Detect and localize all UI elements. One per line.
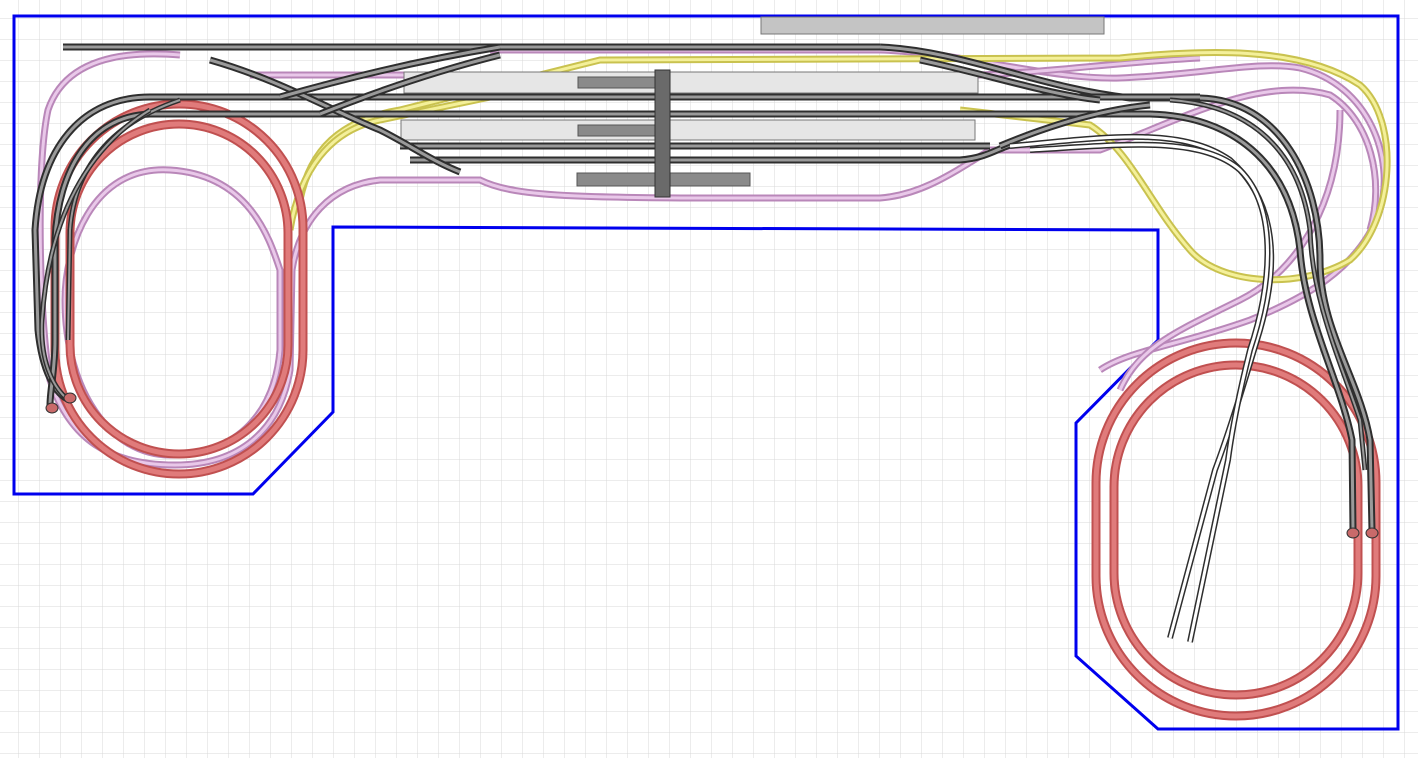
buffer-stop-left-1	[45, 402, 59, 414]
buffer-stop-right-1	[1346, 527, 1360, 539]
buffer-stop-left-2	[63, 392, 77, 404]
buffer-stop-right-2	[1365, 527, 1379, 539]
platform-2	[400, 119, 976, 141]
platform-stub-1	[577, 76, 659, 89]
track-plan-canvas[interactable]	[0, 0, 1418, 758]
platform-1	[403, 71, 979, 94]
platform-stub-2	[577, 124, 659, 137]
footbridge	[654, 69, 671, 198]
building-strip	[760, 16, 1105, 35]
track-plan-svg[interactable]	[0, 0, 1418, 758]
